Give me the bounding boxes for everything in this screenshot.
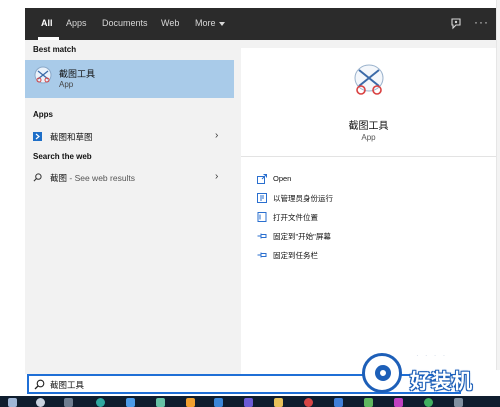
tab-documents[interactable]: Documents	[102, 8, 148, 40]
taskbar-app-icon[interactable]	[304, 398, 313, 407]
tab-web[interactable]: Web	[161, 8, 179, 40]
tab-more-label: More	[195, 18, 216, 28]
start-search-panel: All Apps Documents Web More ··· Best mat…	[25, 8, 496, 374]
taskbar-app-icon[interactable]	[364, 398, 373, 407]
snip-sketch-icon	[33, 132, 42, 141]
watermark-logo: · · · · 好装机	[358, 347, 500, 397]
file-location-icon	[257, 212, 267, 222]
web-result-label: 截图 - See web results	[50, 172, 135, 184]
taskbar-search-icon[interactable]	[36, 398, 45, 407]
watermark-text: 好装机	[410, 369, 473, 393]
taskbar-app-icon[interactable]	[156, 398, 165, 407]
snipping-tool-icon	[34, 66, 52, 84]
chevron-right-icon[interactable]: ›	[215, 171, 218, 182]
taskbar-app-icon[interactable]	[454, 398, 463, 407]
best-match-subtitle: App	[59, 80, 74, 89]
best-match-item[interactable]: 截图工具 App	[25, 60, 234, 98]
pin-taskbar-icon	[257, 252, 267, 258]
taskbar-app-icon[interactable]	[334, 398, 343, 407]
action-open-file-location[interactable]: 打开文件位置	[257, 211, 477, 225]
file-explorer-icon[interactable]	[274, 398, 283, 407]
detail-title: 截图工具	[348, 121, 389, 132]
web-header: Search the web	[33, 152, 92, 161]
action-pin-to-taskbar-label: 固定到任务栏	[273, 251, 318, 260]
tab-more[interactable]: More	[195, 8, 225, 40]
web-query: 截图	[50, 173, 68, 183]
open-icon	[257, 174, 267, 184]
start-button[interactable]	[8, 398, 17, 407]
feedback-icon[interactable]	[449, 17, 463, 31]
web-result-item[interactable]: 截图 - See web results ›	[25, 169, 234, 187]
chevron-right-icon[interactable]: ›	[215, 130, 218, 141]
action-pin-to-taskbar[interactable]: 固定到任务栏	[257, 249, 477, 263]
taskbar-app-icon[interactable]	[394, 398, 403, 407]
action-open-label: Open	[273, 174, 292, 183]
task-view-icon[interactable]	[64, 398, 73, 407]
search-input-value: 截图工具	[50, 380, 85, 390]
action-pin-to-start[interactable]: 固定到"开始"屏幕	[257, 230, 477, 244]
edge-browser-icon[interactable]	[96, 398, 105, 407]
snipping-tool-large-icon	[354, 64, 384, 95]
action-pin-to-start-label: 固定到"开始"屏幕	[273, 232, 331, 241]
tab-all[interactable]: All	[41, 8, 53, 40]
taskbar-app-icon[interactable]	[126, 398, 135, 407]
background-window-edge	[496, 0, 500, 370]
detail-subtitle: App	[361, 133, 376, 142]
action-run-as-admin[interactable]: 以管理员身份运行	[257, 192, 477, 206]
taskbar-app-icon[interactable]	[424, 398, 433, 407]
apps-header: Apps	[33, 110, 53, 119]
watermark-dots: · · · ·	[416, 351, 448, 360]
search-icon	[34, 379, 45, 390]
tab-apps[interactable]: Apps	[66, 8, 87, 40]
best-match-header: Best match	[33, 45, 77, 54]
app-result-label: 截图和草图	[50, 132, 93, 142]
more-options-icon[interactable]: ···	[474, 15, 489, 29]
taskbar-app-icon[interactable]	[186, 398, 195, 407]
chevron-down-icon	[218, 21, 225, 26]
search-filter-bar: All Apps Documents Web More ···	[25, 8, 496, 40]
taskbar-app-icon[interactable]	[214, 398, 223, 407]
watermark-pupil	[380, 370, 386, 376]
search-icon	[33, 173, 42, 182]
taskbar	[0, 396, 500, 407]
action-open[interactable]: Open	[257, 173, 477, 187]
watermark-eye	[375, 365, 391, 381]
results-list: Best match 截图工具 App Apps 截图和草图 › Search …	[25, 40, 234, 374]
watermark-eye-icon	[362, 353, 402, 393]
web-suffix: - See web results	[67, 173, 136, 183]
run-as-admin-icon	[257, 193, 267, 203]
app-result-item[interactable]: 截图和草图 ›	[25, 128, 234, 146]
detail-divider	[241, 156, 496, 157]
best-match-title: 截图工具	[59, 69, 96, 79]
action-run-as-admin-label: 以管理员身份运行	[273, 194, 333, 203]
taskbar-app-icon[interactable]	[244, 398, 253, 407]
action-open-file-location-label: 打开文件位置	[273, 213, 318, 222]
detail-pane: 截图工具 App Open 以管理员身份运行 打开文件位置 固定到"开始"屏幕 …	[241, 48, 496, 374]
pin-start-icon	[257, 233, 267, 239]
